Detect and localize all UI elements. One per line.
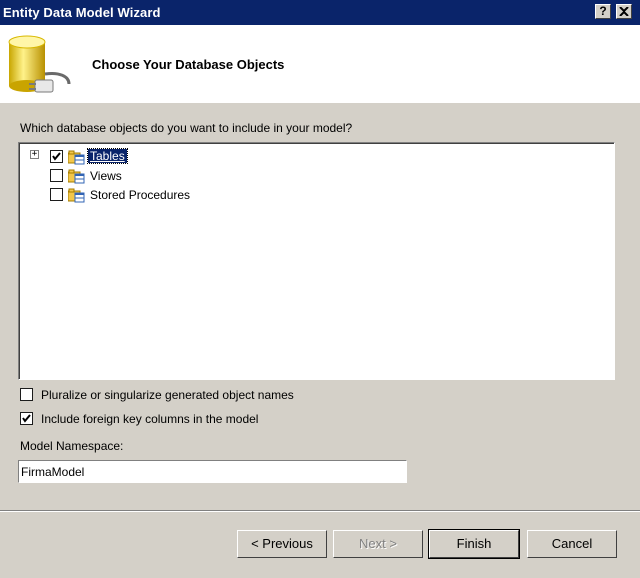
close-icon [619, 6, 629, 17]
views-folder-icon [68, 169, 85, 184]
wizard-window: Entity Data Model Wizard ? Choose Your D… [0, 0, 640, 578]
namespace-input[interactable] [18, 460, 407, 483]
database-plug-icon [8, 35, 71, 93]
wizard-header: Choose Your Database Objects [0, 25, 640, 103]
check-icon [22, 414, 31, 423]
previous-button[interactable]: < Previous [237, 530, 327, 558]
header-divider [0, 102, 640, 103]
expand-tables-button[interactable]: + [30, 150, 39, 159]
footer-divider-highlight [0, 511, 640, 512]
window-title: Entity Data Model Wizard [3, 5, 161, 20]
finish-button[interactable]: Finish [428, 529, 520, 559]
foreign-keys-label: Include foreign key columns in the model [41, 412, 259, 426]
namespace-label: Model Namespace: [20, 439, 124, 453]
foreign-keys-checkbox[interactable] [20, 412, 33, 425]
tree-item-label: Tables [87, 148, 128, 164]
tables-checkbox[interactable] [50, 150, 63, 163]
views-checkbox[interactable] [50, 169, 63, 182]
pluralize-checkbox[interactable] [20, 388, 33, 401]
tables-folder-icon [68, 150, 85, 165]
next-button[interactable]: Next > [333, 530, 423, 558]
title-bar[interactable]: Entity Data Model Wizard ? [0, 0, 640, 25]
tree-item-label: Stored Procedures [90, 188, 191, 202]
stored-procedures-folder-icon [68, 188, 85, 203]
prompt-text: Which database objects do you want to in… [20, 121, 353, 135]
close-button[interactable] [616, 4, 632, 19]
page-title: Choose Your Database Objects [92, 57, 285, 72]
pluralize-label: Pluralize or singularize generated objec… [41, 388, 294, 402]
help-button[interactable]: ? [595, 4, 611, 19]
stored-procedures-checkbox[interactable] [50, 188, 63, 201]
tree-item-label: Views [90, 169, 122, 183]
cancel-button[interactable]: Cancel [527, 530, 617, 558]
check-icon [52, 152, 61, 161]
database-objects-tree[interactable]: + Tables Views Stored Procedures [18, 142, 615, 380]
